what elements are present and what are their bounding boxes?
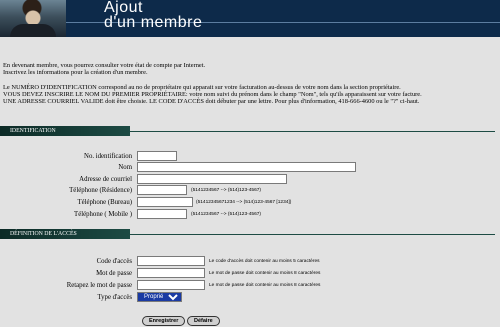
row-phone-work: Téléphone (Bureau) (51412345671234 --> (… bbox=[0, 197, 500, 208]
name-input[interactable] bbox=[137, 162, 356, 172]
phone-work-input[interactable] bbox=[137, 197, 193, 207]
intro-text: En devenant membre, vous pourrez consult… bbox=[3, 62, 499, 105]
row-name: Nom bbox=[0, 162, 500, 173]
access-code-hint: Le code d'accès doit contenir au moins 5… bbox=[209, 259, 320, 264]
undo-button[interactable]: Défaire bbox=[187, 316, 220, 326]
access-code-input[interactable] bbox=[137, 256, 205, 266]
password-confirm-label: Retapez le mot de passe bbox=[66, 282, 132, 289]
page-title-line2: d'un membre bbox=[104, 14, 203, 31]
phone-mobile-label: Téléphone ( Mobile ) bbox=[74, 211, 132, 218]
phone-work-label: Téléphone (Bureau) bbox=[77, 199, 132, 206]
save-button[interactable]: Enregistrer bbox=[142, 316, 186, 326]
row-identification-number: No. identification bbox=[0, 151, 500, 162]
intro-line-5: UNE ADRESSE COURRIEL VALIDE doit être ch… bbox=[3, 98, 420, 106]
access-type-label: Type d'accès bbox=[97, 294, 132, 301]
name-label: Nom bbox=[118, 164, 132, 171]
row-phone-home: Téléphone (Résidence) (5141234567 --> (5… bbox=[0, 185, 500, 196]
phone-home-hint: (5141234567 --> (514)123-4567) bbox=[191, 188, 262, 193]
phone-home-input[interactable] bbox=[137, 185, 187, 195]
header-banner: Ajout d'un membre bbox=[0, 0, 500, 37]
email-input[interactable] bbox=[137, 174, 287, 184]
row-access-code: Code d'accès Le code d'accès doit conten… bbox=[0, 256, 500, 267]
identification-number-label: No. identification bbox=[84, 153, 132, 160]
password-hint: Le mot de passe doit contenir au moins 8… bbox=[209, 271, 321, 276]
section-identification-header: IDENTIFICATION bbox=[0, 126, 130, 136]
password-input[interactable] bbox=[137, 268, 205, 278]
password-confirm-input[interactable] bbox=[137, 280, 205, 290]
phone-mobile-input[interactable] bbox=[137, 209, 187, 219]
row-email: Adresse de courriel bbox=[0, 174, 500, 185]
intro-line-3: Le NUMÉRO D'IDENTIFICATION correspond au… bbox=[3, 83, 401, 91]
page-title: Ajout d'un membre bbox=[104, 0, 203, 31]
section-access-header: DÉFINITION DE L'ACCÈS bbox=[0, 229, 130, 239]
intro-line-2: Inscrivez les informations pour la créat… bbox=[3, 69, 148, 77]
row-access-type: Type d'accès Propriétaire bbox=[0, 292, 500, 303]
phone-mobile-hint: (5141234567 --> (514)123-4567) bbox=[191, 212, 262, 217]
section-identification-rule bbox=[130, 131, 495, 132]
row-phone-mobile: Téléphone ( Mobile ) (5141234567 --> (51… bbox=[0, 209, 500, 220]
phone-home-label: Téléphone (Résidence) bbox=[69, 187, 132, 194]
phone-work-hint: (51412345671234 --> (514)123-4567 [1234]… bbox=[196, 200, 292, 205]
page-title-line1: Ajout bbox=[104, 0, 143, 16]
email-label: Adresse de courriel bbox=[79, 176, 132, 183]
access-code-label: Code d'accès bbox=[96, 258, 132, 265]
row-password: Mot de passe Le mot de passe doit conten… bbox=[0, 268, 500, 279]
password-confirm-hint: Le mot de passe doit contenir au moins 8… bbox=[209, 283, 321, 288]
intro-line-1: En devenant membre, vous pourrez consult… bbox=[3, 62, 206, 69]
identification-number-input[interactable] bbox=[137, 151, 177, 161]
password-label: Mot de passe bbox=[96, 270, 132, 277]
header-photo bbox=[0, 0, 66, 37]
access-type-select[interactable]: Propriétaire bbox=[137, 292, 182, 302]
row-password-confirm: Retapez le mot de passe Le mot de passe … bbox=[0, 280, 500, 291]
section-access-rule bbox=[130, 234, 495, 235]
